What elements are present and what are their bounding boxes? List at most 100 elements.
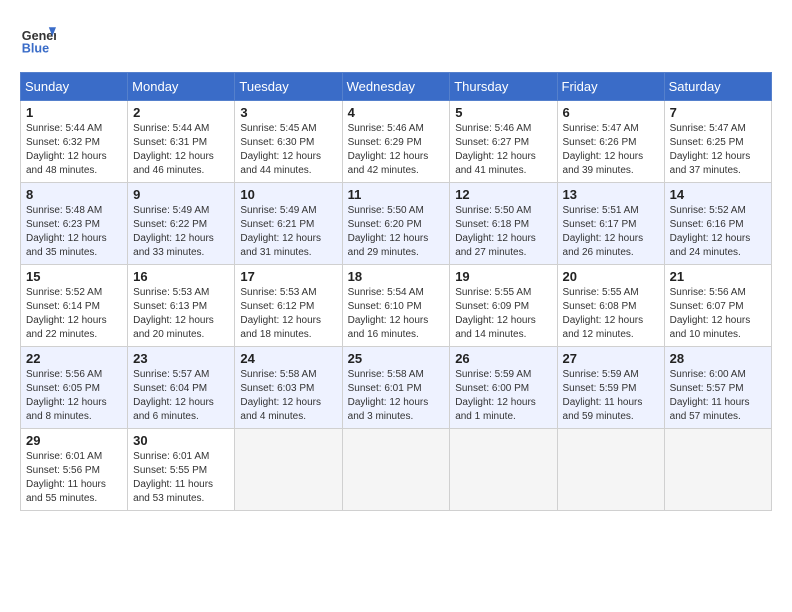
day-detail: Sunrise: 5:50 AM Sunset: 6:18 PM Dayligh… bbox=[455, 204, 551, 260]
day-number: 6 bbox=[563, 105, 659, 120]
day-detail: Sunrise: 5:48 AM Sunset: 6:23 PM Dayligh… bbox=[26, 204, 122, 260]
day-detail: Sunrise: 5:52 AM Sunset: 6:14 PM Dayligh… bbox=[26, 286, 122, 342]
day-detail: Sunrise: 5:51 AM Sunset: 6:17 PM Dayligh… bbox=[563, 204, 659, 260]
day-detail: Sunrise: 5:47 AM Sunset: 6:25 PM Dayligh… bbox=[670, 122, 766, 178]
day-number: 15 bbox=[26, 269, 122, 284]
day-number: 19 bbox=[455, 269, 551, 284]
logo: General Blue bbox=[20, 20, 60, 56]
day-detail: Sunrise: 5:58 AM Sunset: 6:03 PM Dayligh… bbox=[240, 368, 336, 424]
calendar-day-23: 23 Sunrise: 5:57 AM Sunset: 6:04 PM Dayli… bbox=[128, 347, 235, 429]
day-header-monday: Monday bbox=[128, 73, 235, 101]
calendar-day-empty bbox=[342, 429, 450, 511]
calendar-day-empty bbox=[235, 429, 342, 511]
day-header-thursday: Thursday bbox=[450, 73, 557, 101]
calendar-day-11: 11 Sunrise: 5:50 AM Sunset: 6:20 PM Dayli… bbox=[342, 183, 450, 265]
day-header-friday: Friday bbox=[557, 73, 664, 101]
day-number: 3 bbox=[240, 105, 336, 120]
day-number: 12 bbox=[455, 187, 551, 202]
calendar-table: SundayMondayTuesdayWednesdayThursdayFrid… bbox=[20, 72, 772, 511]
day-detail: Sunrise: 5:56 AM Sunset: 6:05 PM Dayligh… bbox=[26, 368, 122, 424]
logo-icon: General Blue bbox=[20, 20, 56, 56]
day-number: 28 bbox=[670, 351, 766, 366]
day-detail: Sunrise: 5:59 AM Sunset: 5:59 PM Dayligh… bbox=[563, 368, 659, 424]
day-detail: Sunrise: 5:47 AM Sunset: 6:26 PM Dayligh… bbox=[563, 122, 659, 178]
calendar-day-19: 19 Sunrise: 5:55 AM Sunset: 6:09 PM Dayli… bbox=[450, 265, 557, 347]
calendar-week-row: 29 Sunrise: 6:01 AM Sunset: 5:56 PM Dayli… bbox=[21, 429, 772, 511]
day-detail: Sunrise: 5:59 AM Sunset: 6:00 PM Dayligh… bbox=[455, 368, 551, 424]
calendar-day-28: 28 Sunrise: 6:00 AM Sunset: 5:57 PM Dayli… bbox=[664, 347, 771, 429]
day-detail: Sunrise: 5:57 AM Sunset: 6:04 PM Dayligh… bbox=[133, 368, 229, 424]
day-header-wednesday: Wednesday bbox=[342, 73, 450, 101]
day-number: 23 bbox=[133, 351, 229, 366]
day-number: 24 bbox=[240, 351, 336, 366]
day-detail: Sunrise: 5:45 AM Sunset: 6:30 PM Dayligh… bbox=[240, 122, 336, 178]
calendar-day-empty bbox=[450, 429, 557, 511]
day-detail: Sunrise: 5:58 AM Sunset: 6:01 PM Dayligh… bbox=[348, 368, 445, 424]
day-number: 7 bbox=[670, 105, 766, 120]
calendar-week-row: 8 Sunrise: 5:48 AM Sunset: 6:23 PM Daylig… bbox=[21, 183, 772, 265]
calendar-day-27: 27 Sunrise: 5:59 AM Sunset: 5:59 PM Dayli… bbox=[557, 347, 664, 429]
day-number: 1 bbox=[26, 105, 122, 120]
svg-text:Blue: Blue bbox=[22, 41, 49, 55]
day-number: 18 bbox=[348, 269, 445, 284]
calendar-week-row: 15 Sunrise: 5:52 AM Sunset: 6:14 PM Dayli… bbox=[21, 265, 772, 347]
day-detail: Sunrise: 5:55 AM Sunset: 6:09 PM Dayligh… bbox=[455, 286, 551, 342]
calendar-day-8: 8 Sunrise: 5:48 AM Sunset: 6:23 PM Daylig… bbox=[21, 183, 128, 265]
day-detail: Sunrise: 6:01 AM Sunset: 5:55 PM Dayligh… bbox=[133, 450, 229, 506]
day-number: 8 bbox=[26, 187, 122, 202]
calendar-day-3: 3 Sunrise: 5:45 AM Sunset: 6:30 PM Daylig… bbox=[235, 101, 342, 183]
day-number: 30 bbox=[133, 433, 229, 448]
day-detail: Sunrise: 6:00 AM Sunset: 5:57 PM Dayligh… bbox=[670, 368, 766, 424]
day-detail: Sunrise: 5:46 AM Sunset: 6:29 PM Dayligh… bbox=[348, 122, 445, 178]
calendar-day-12: 12 Sunrise: 5:50 AM Sunset: 6:18 PM Dayli… bbox=[450, 183, 557, 265]
calendar-day-17: 17Sunrise: 5:53 AM Sunset: 6:12 PM Dayli… bbox=[235, 265, 342, 347]
day-header-saturday: Saturday bbox=[664, 73, 771, 101]
day-number: 14 bbox=[670, 187, 766, 202]
calendar-day-9: 9Sunrise: 5:49 AM Sunset: 6:22 PM Daylig… bbox=[128, 183, 235, 265]
calendar-day-20: 20 Sunrise: 5:55 AM Sunset: 6:08 PM Dayli… bbox=[557, 265, 664, 347]
day-number: 13 bbox=[563, 187, 659, 202]
calendar-week-row: 1Sunrise: 5:44 AM Sunset: 6:32 PM Daylig… bbox=[21, 101, 772, 183]
calendar-week-row: 22Sunrise: 5:56 AM Sunset: 6:05 PM Dayli… bbox=[21, 347, 772, 429]
calendar-day-13: 13 Sunrise: 5:51 AM Sunset: 6:17 PM Dayli… bbox=[557, 183, 664, 265]
calendar-day-14: 14 Sunrise: 5:52 AM Sunset: 6:16 PM Dayli… bbox=[664, 183, 771, 265]
day-detail: Sunrise: 5:55 AM Sunset: 6:08 PM Dayligh… bbox=[563, 286, 659, 342]
day-number: 10 bbox=[240, 187, 336, 202]
calendar-day-4: 4 Sunrise: 5:46 AM Sunset: 6:29 PM Daylig… bbox=[342, 101, 450, 183]
calendar-day-5: 5 Sunrise: 5:46 AM Sunset: 6:27 PM Daylig… bbox=[450, 101, 557, 183]
calendar-day-22: 22Sunrise: 5:56 AM Sunset: 6:05 PM Dayli… bbox=[21, 347, 128, 429]
day-number: 2 bbox=[133, 105, 229, 120]
day-detail: Sunrise: 5:46 AM Sunset: 6:27 PM Dayligh… bbox=[455, 122, 551, 178]
calendar-day-15: 15 Sunrise: 5:52 AM Sunset: 6:14 PM Dayli… bbox=[21, 265, 128, 347]
day-number: 4 bbox=[348, 105, 445, 120]
day-number: 11 bbox=[348, 187, 445, 202]
day-number: 20 bbox=[563, 269, 659, 284]
calendar-day-16: 16Sunrise: 5:53 AM Sunset: 6:13 PM Dayli… bbox=[128, 265, 235, 347]
day-detail: Sunrise: 5:44 AM Sunset: 6:31 PM Dayligh… bbox=[133, 122, 229, 178]
calendar-day-30: 30 Sunrise: 6:01 AM Sunset: 5:55 PM Dayli… bbox=[128, 429, 235, 511]
day-detail: Sunrise: 5:49 AM Sunset: 6:22 PM Dayligh… bbox=[133, 204, 229, 260]
day-header-tuesday: Tuesday bbox=[235, 73, 342, 101]
calendar-day-29: 29 Sunrise: 6:01 AM Sunset: 5:56 PM Dayli… bbox=[21, 429, 128, 511]
day-number: 5 bbox=[455, 105, 551, 120]
calendar-day-21: 21 Sunrise: 5:56 AM Sunset: 6:07 PM Dayli… bbox=[664, 265, 771, 347]
day-detail: Sunrise: 5:49 AM Sunset: 6:21 PM Dayligh… bbox=[240, 204, 336, 260]
calendar-day-1: 1Sunrise: 5:44 AM Sunset: 6:32 PM Daylig… bbox=[21, 101, 128, 183]
day-number: 27 bbox=[563, 351, 659, 366]
calendar-header-row: SundayMondayTuesdayWednesdayThursdayFrid… bbox=[21, 73, 772, 101]
day-number: 25 bbox=[348, 351, 445, 366]
day-detail: Sunrise: 5:50 AM Sunset: 6:20 PM Dayligh… bbox=[348, 204, 445, 260]
calendar-day-2: 2 Sunrise: 5:44 AM Sunset: 6:31 PM Daylig… bbox=[128, 101, 235, 183]
calendar-day-7: 7 Sunrise: 5:47 AM Sunset: 6:25 PM Daylig… bbox=[664, 101, 771, 183]
day-number: 29 bbox=[26, 433, 122, 448]
day-detail: Sunrise: 6:01 AM Sunset: 5:56 PM Dayligh… bbox=[26, 450, 122, 506]
calendar-day-6: 6 Sunrise: 5:47 AM Sunset: 6:26 PM Daylig… bbox=[557, 101, 664, 183]
page-header: General Blue bbox=[20, 20, 772, 56]
day-number: 21 bbox=[670, 269, 766, 284]
day-detail: Sunrise: 5:53 AM Sunset: 6:12 PM Dayligh… bbox=[240, 286, 336, 342]
day-detail: Sunrise: 5:52 AM Sunset: 6:16 PM Dayligh… bbox=[670, 204, 766, 260]
day-number: 16 bbox=[133, 269, 229, 284]
day-number: 26 bbox=[455, 351, 551, 366]
day-detail: Sunrise: 5:56 AM Sunset: 6:07 PM Dayligh… bbox=[670, 286, 766, 342]
calendar-day-24: 24 Sunrise: 5:58 AM Sunset: 6:03 PM Dayli… bbox=[235, 347, 342, 429]
